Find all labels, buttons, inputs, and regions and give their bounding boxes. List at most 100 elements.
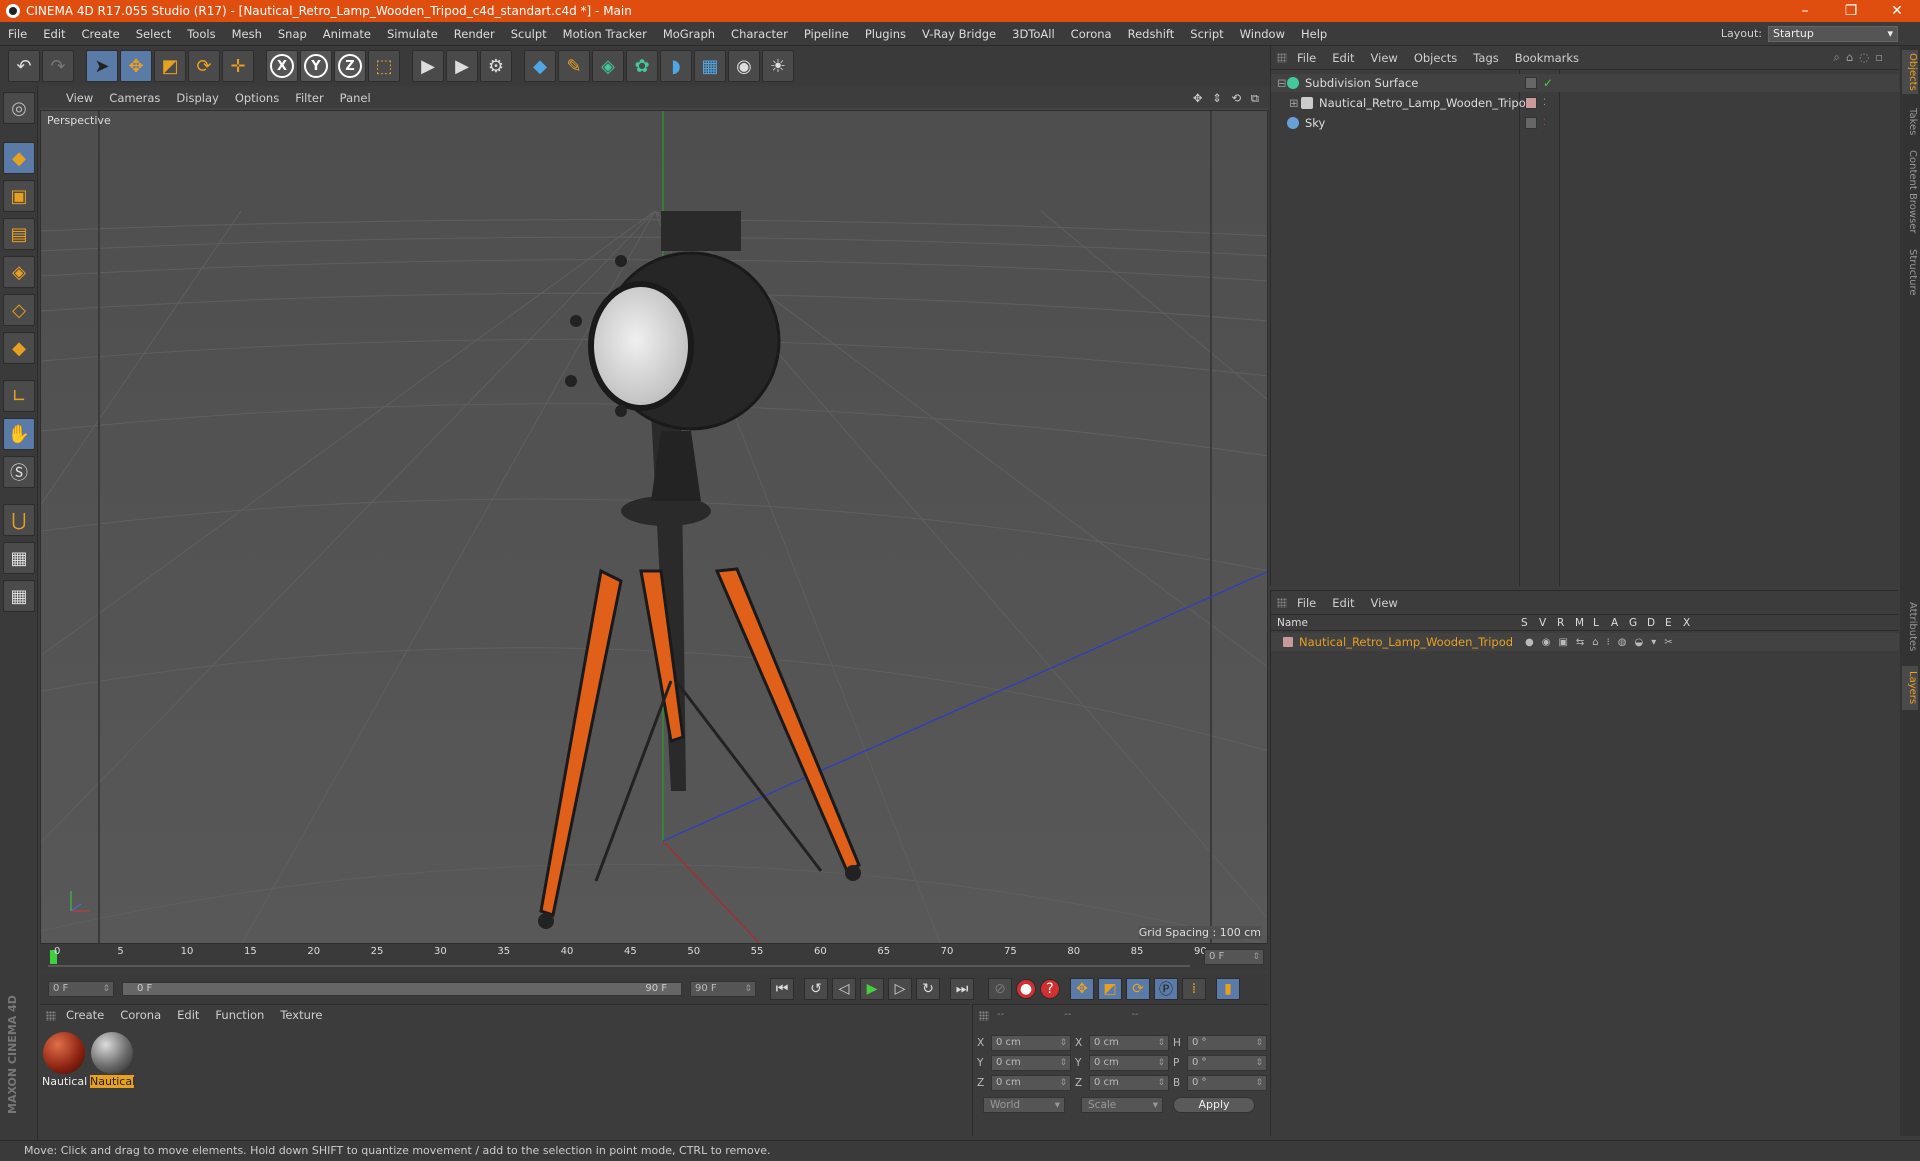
rotation-h-field[interactable]: 0 ° [1187,1035,1267,1051]
3d-viewport[interactable]: Perspective Grid Spacing : 100 cm [40,110,1268,944]
cloner-icon[interactable]: ✿ [626,50,658,82]
light-icon[interactable]: ☀ [762,50,794,82]
menu-create[interactable]: Create [74,27,128,41]
menu-vray-bridge[interactable]: V-Ray Bridge [914,27,1004,41]
visibility-icon[interactable] [1525,117,1537,129]
goto-end-icon[interactable]: ⏭ [950,978,974,1000]
apply-button[interactable]: Apply [1173,1097,1255,1113]
coord-mode-select[interactable]: World [983,1097,1065,1113]
object-menu-view[interactable]: View [1371,51,1398,65]
object-menu-file[interactable]: File [1297,51,1316,65]
timeline-ruler[interactable]: 0 5 10 15 20 25 30 35 40 45 50 55 60 65 70 75 80 85 90 0 F [40,944,1268,970]
rotation-b-field[interactable]: 0 ° [1187,1075,1267,1091]
material-menu-function[interactable]: Function [215,1008,264,1022]
make-editable-icon[interactable]: ◎ [3,92,35,124]
layer-color-icon[interactable] [1283,637,1293,647]
menu-file[interactable]: File [0,27,35,41]
play-icon[interactable]: ▶ [860,978,884,1000]
edges-mode-icon[interactable]: ◇ [3,294,35,326]
menu-tools[interactable]: Tools [179,27,223,41]
position-x-field[interactable]: 0 cm [991,1035,1071,1051]
subdivision-icon[interactable]: ◈ [592,50,624,82]
menu-select[interactable]: Select [128,27,179,41]
viewport-menu-filter[interactable]: Filter [295,91,323,105]
next-key-icon[interactable]: ↻ [916,978,940,1000]
menu-pipeline[interactable]: Pipeline [796,27,857,41]
undo-icon[interactable]: ↶ [8,50,40,82]
viewport-menu-panel[interactable]: Panel [340,91,371,105]
viewport-menu-options[interactable]: Options [235,91,279,105]
menu-render[interactable]: Render [446,27,503,41]
edit-render-settings-icon[interactable]: ⚙ [480,50,512,82]
scale-icon[interactable]: ◩ [154,50,186,82]
coord-transform-select[interactable]: Scale [1081,1097,1163,1113]
key-rotation-icon[interactable]: ⟳ [1126,978,1150,1000]
tab-objects[interactable]: Objects [1902,50,1918,94]
maximize-button[interactable]: ❐ [1828,3,1874,19]
next-frame-icon[interactable]: ▷ [888,978,912,1000]
viewport-menu-view[interactable]: View [66,91,93,105]
key-scale-icon[interactable]: ◩ [1098,978,1122,1000]
viewport-menu-cameras[interactable]: Cameras [109,91,160,105]
visibility-icon[interactable] [1525,77,1537,89]
rotation-p-field[interactable]: 0 ° [1187,1055,1267,1071]
layer-color-icon[interactable] [1525,97,1537,109]
frame-range-slider[interactable]: 0 F 90 F [122,982,682,996]
render-picture-viewer-icon[interactable]: ▶ [446,50,478,82]
menu-simulate[interactable]: Simulate [379,27,446,41]
tab-takes[interactable]: Takes [1902,102,1918,142]
tweak-mode-icon[interactable]: ✋ [3,418,35,450]
menu-edit[interactable]: Edit [35,27,73,41]
menu-corona[interactable]: Corona [1063,27,1120,41]
y-axis-icon[interactable]: Y [300,50,332,82]
points-mode-icon[interactable]: ◈ [3,256,35,288]
layer-menu-view[interactable]: View [1371,596,1398,610]
pen-icon[interactable]: ✎ [558,50,590,82]
workplane-mode-icon[interactable]: ▤ [3,218,35,250]
current-frame-field[interactable]: 0 F [1204,949,1264,965]
menu-help[interactable]: Help [1293,27,1335,41]
add-icon[interactable]: ✛ [222,50,254,82]
menu-sculpt[interactable]: Sculpt [503,27,555,41]
object-row[interactable]: ⊟ Subdivision Surface ✓ [1271,74,1899,92]
deformer-icon[interactable]: ◗ [660,50,692,82]
end-frame-field[interactable]: 90 F [690,981,756,997]
select-icon[interactable]: ➤ [86,50,118,82]
position-y-field[interactable]: 0 cm [991,1055,1071,1071]
redo-icon[interactable]: ↷ [42,50,74,82]
timeline-window-icon[interactable]: ▮ [1216,978,1240,1000]
move-icon[interactable]: ✥ [120,50,152,82]
render-view-icon[interactable]: ▶ [412,50,444,82]
key-param-icon[interactable]: Ⓟ [1154,978,1178,1000]
key-pla-icon[interactable]: ⁞ [1182,978,1206,1000]
menu-script[interactable]: Script [1182,27,1231,41]
model-mode-icon[interactable]: ◆ [3,142,35,174]
menu-mograph[interactable]: MoGraph [655,27,723,41]
menu-snap[interactable]: Snap [270,27,315,41]
menu-window[interactable]: Window [1232,27,1293,41]
material-menu-create[interactable]: Create [66,1008,104,1022]
menu-mesh[interactable]: Mesh [224,27,270,41]
object-row[interactable]: Sky ⁚ [1271,114,1899,132]
key-position-icon[interactable]: ✥ [1070,978,1094,1000]
material-menu-texture[interactable]: Texture [280,1008,322,1022]
menu-motion-tracker[interactable]: Motion Tracker [555,27,655,41]
record-active-icon[interactable]: ⊘ [988,978,1012,1000]
size-x-field[interactable]: 0 cm [1089,1035,1169,1051]
rotate-icon[interactable]: ⟳ [188,50,220,82]
object-menu-bookmarks[interactable]: Bookmarks [1515,51,1579,65]
minimize-button[interactable]: – [1782,3,1828,19]
camera-icon[interactable]: ◉ [728,50,760,82]
tab-layers[interactable]: Layers [1902,666,1918,710]
keyframe-selection-icon[interactable]: ? [1040,979,1060,999]
floor-icon[interactable]: ▦ [694,50,726,82]
material-swatch[interactable]: Nautical [42,1031,87,1089]
snap-icon[interactable]: Ⓢ [3,456,35,488]
axis-mode-icon[interactable]: ∟ [3,380,35,412]
lock-workplane-icon[interactable]: ▦ [3,542,35,574]
checkmark-icon[interactable]: ✓ [1543,76,1553,90]
tab-structure[interactable]: Structure [1902,242,1918,302]
workplane-icon[interactable]: ▦ [3,580,35,612]
material-swatch-selected[interactable]: Nautical [90,1031,135,1089]
viewport-navigation-icons[interactable]: ✥ ⇕ ⟲ ⧉ [1193,91,1262,106]
